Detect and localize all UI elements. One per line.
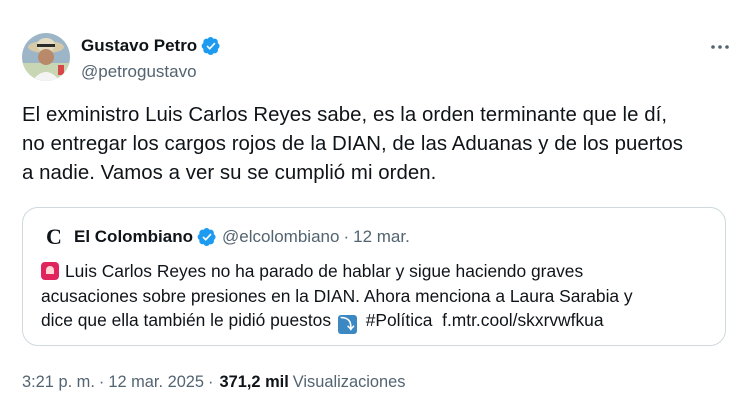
quoted-text-line: dice que ella también le pidió puestos xyxy=(41,310,332,330)
quoted-author-name[interactable]: El Colombiano xyxy=(74,227,193,247)
more-options-icon[interactable] xyxy=(708,35,732,59)
quoted-timestamp[interactable]: 12 mar. xyxy=(353,227,410,247)
tweet-text-line: a nadie. Vamos a ver su se cumplió mi or… xyxy=(22,162,437,184)
author-info: Gustavo Petro @petrogustavo xyxy=(81,36,221,82)
arrow-heading-down-emoji: ⤵ xyxy=(337,314,357,334)
post-time[interactable]: 3:21 p. m. xyxy=(22,373,95,392)
author-handle[interactable]: @petrogustavo xyxy=(81,62,221,82)
separator-dot: · xyxy=(208,372,214,391)
quoted-tweet-header: C El Colombiano @elcolombiano · 12 mar. xyxy=(43,224,410,249)
tweet-text: El exministro Luis Carlos Reyes sabe, es… xyxy=(22,101,732,188)
tweet-card: Gustavo Petro @petrogustavo El exministr… xyxy=(0,0,750,411)
avatar[interactable] xyxy=(22,33,70,81)
verified-badge-icon xyxy=(201,36,221,56)
quoted-text-line: Luis Carlos Reyes no ha parado de hablar… xyxy=(65,261,584,281)
tweet-text-line: El exministro Luis Carlos Reyes sabe, es… xyxy=(22,104,668,126)
views-count: 371,2 mil xyxy=(219,372,289,391)
url-link[interactable]: f.mtr.cool/skxrvwfkua xyxy=(442,310,603,330)
author-name[interactable]: Gustavo Petro xyxy=(81,36,197,56)
hashtag-link[interactable]: #Política xyxy=(366,310,433,330)
quoted-author-handle[interactable]: @elcolombiano xyxy=(222,227,339,247)
tweet-text-line: no entregar los cargos rojos de la DIAN,… xyxy=(22,133,684,155)
rotating-light-emoji xyxy=(41,262,59,280)
quoted-tweet-text: Luis Carlos Reyes no ha parado de hablar… xyxy=(41,259,711,334)
separator-dot: · xyxy=(343,227,350,246)
views-label: Visualizaciones xyxy=(292,372,406,391)
verified-badge-icon xyxy=(197,227,217,247)
quoted-tweet[interactable]: C El Colombiano @elcolombiano · 12 mar. … xyxy=(22,207,726,346)
quoted-author-avatar: C xyxy=(43,224,65,249)
post-date[interactable]: 12 mar. 2025 xyxy=(108,373,204,392)
separator-dot: · xyxy=(98,372,105,391)
tweet-metadata: 3:21 p. m. · 12 mar. 2025 · 371,2 mil Vi… xyxy=(22,371,405,393)
quoted-text-line: acusaciones sobre presiones en la DIAN. … xyxy=(41,285,633,306)
